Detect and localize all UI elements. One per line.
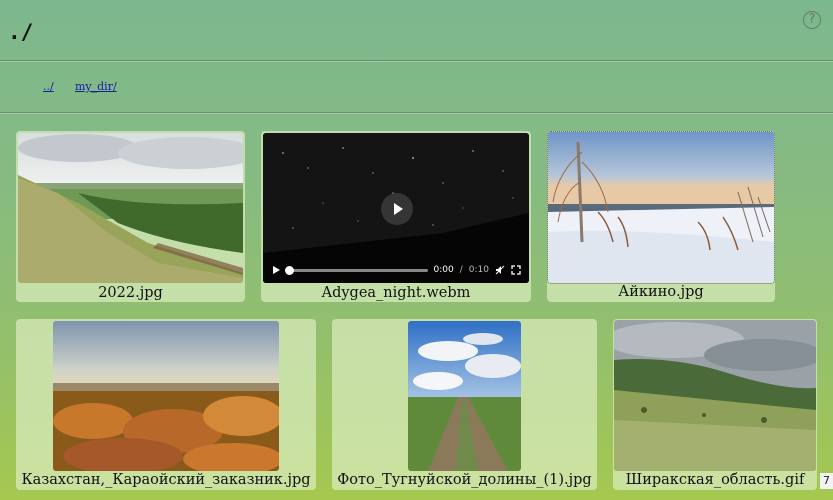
current-time: 0:00 [433, 265, 454, 275]
thumbnail-image [18, 133, 243, 283]
top-divider [0, 60, 833, 61]
page-title: ./ [8, 20, 34, 44]
fullscreen-icon[interactable] [511, 265, 521, 275]
play-icon [394, 203, 403, 215]
thumbnail-2022[interactable] [18, 133, 243, 283]
bottom-divider [0, 112, 833, 113]
my-dir-link[interactable]: my_dir/ [75, 80, 117, 93]
video-controls: 0:00 / 0:10 [263, 257, 529, 283]
file-caption[interactable]: 2022.jpg [16, 285, 245, 301]
time-separator: / [459, 265, 463, 275]
thumbnail-image [548, 132, 774, 283]
duration: 0:10 [468, 265, 489, 275]
video-player[interactable]: 0:00 / 0:10 [263, 133, 529, 283]
play-icon[interactable] [271, 265, 281, 275]
page-counter-badge: 7 [820, 473, 833, 489]
thumbnail-image [408, 321, 521, 471]
file-card-adygea-video[interactable]: 0:00 / 0:10 Adygea_night.webm [261, 131, 531, 302]
thumbnail-tugnui[interactable] [408, 321, 521, 471]
thumbnail-image [53, 321, 279, 471]
file-card-shirak[interactable]: Ширакская_область.gif [613, 319, 817, 490]
progress-handle[interactable] [285, 265, 294, 275]
file-caption[interactable]: Ширакская_область.gif [613, 472, 817, 488]
big-play-button[interactable] [381, 193, 413, 225]
file-caption[interactable]: Adygea_night.webm [261, 285, 531, 301]
thumbnail-kazakhstan[interactable] [53, 321, 279, 471]
file-caption[interactable]: Казахстан,_Караойский_заказник.jpg [16, 472, 316, 488]
parent-dir-link[interactable]: ../ [43, 80, 54, 93]
file-card-aikino[interactable]: Айкино.jpg [547, 131, 775, 302]
file-caption[interactable]: Айкино.jpg [547, 284, 775, 300]
file-card-kazakhstan[interactable]: Казахстан,_Караойский_заказник.jpg [16, 319, 316, 490]
file-caption[interactable]: Фото_Тугнуйской_долины_(1).jpg [332, 472, 597, 488]
thumbnail-shirak[interactable] [614, 320, 816, 471]
file-card-tugnui[interactable]: Фото_Тугнуйской_долины_(1).jpg [332, 319, 597, 490]
mute-icon[interactable] [495, 265, 505, 275]
file-card-2022[interactable]: 2022.jpg [16, 131, 245, 302]
help-circle-icon[interactable]: ? [803, 11, 821, 29]
thumbnail-image [614, 320, 816, 471]
video-progress-bar[interactable] [285, 265, 428, 275]
thumbnail-aikino[interactable] [547, 131, 775, 284]
